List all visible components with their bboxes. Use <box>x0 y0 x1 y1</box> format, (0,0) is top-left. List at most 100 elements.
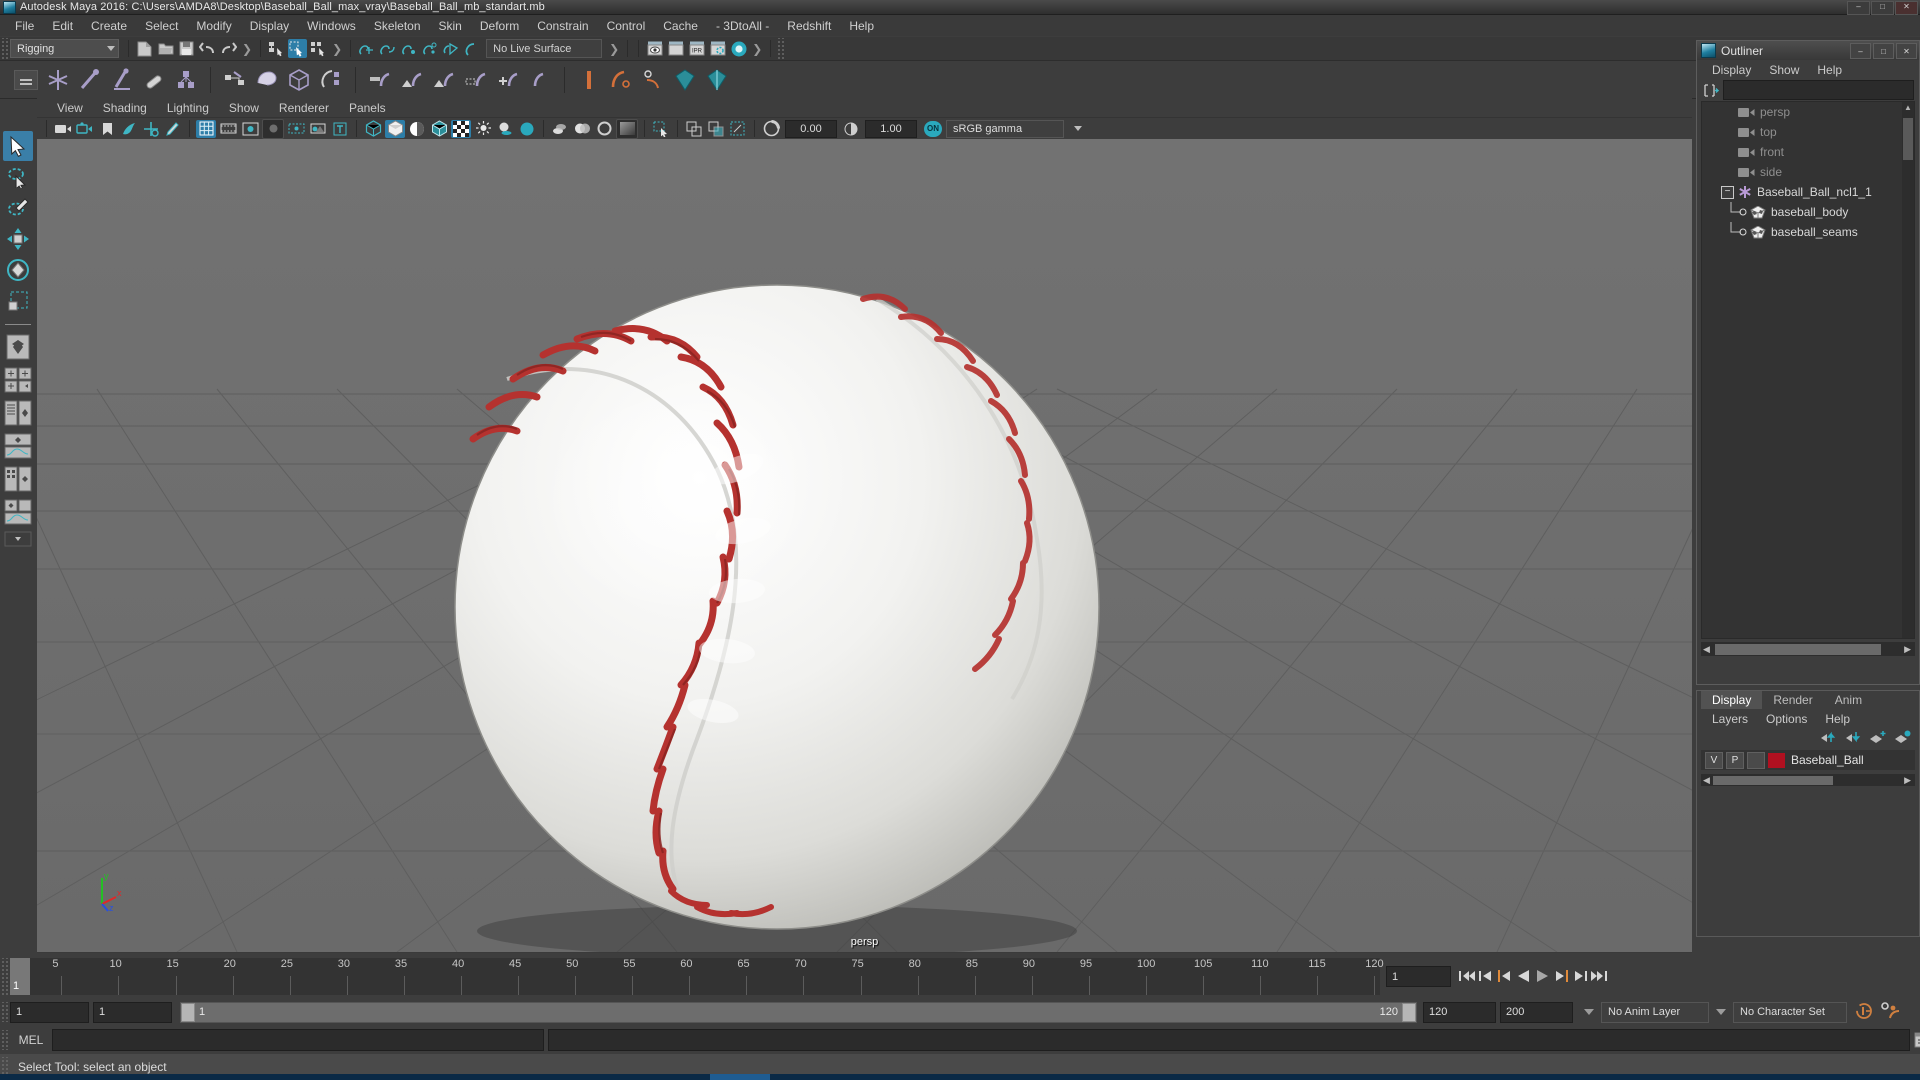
toolbar-collapse-arrow[interactable]: ❯ <box>609 42 619 56</box>
snap-to-projected-center-icon[interactable] <box>420 39 439 58</box>
smooth-shade-all-icon[interactable] <box>385 119 405 138</box>
tab-render[interactable]: Render <box>1762 691 1824 709</box>
hypershade-persp-layout[interactable] <box>3 465 33 496</box>
snap-to-point-icon[interactable] <box>399 39 418 58</box>
wireframe-on-shaded-icon[interactable] <box>429 120 449 138</box>
anim-layer-chevron-down-icon[interactable] <box>1584 1009 1594 1015</box>
layers-menu[interactable]: Layers <box>1703 711 1757 727</box>
lasso-tool-button[interactable] <box>3 162 33 192</box>
menu-windows[interactable]: Windows <box>298 17 365 35</box>
menu-select[interactable]: Select <box>136 17 187 35</box>
color-space-selector[interactable]: sRGB gamma <box>946 119 1064 138</box>
snap-to-curve-icon[interactable] <box>378 39 397 58</box>
outliner-item-baseball-seams[interactable]: baseball_seams <box>1702 222 1914 242</box>
wrap-icon[interactable] <box>670 65 700 95</box>
persp-graph-layout[interactable] <box>3 432 33 463</box>
new-layer-from-selected-icon[interactable] <box>1894 730 1911 747</box>
insert-joint-tool-icon[interactable] <box>139 65 169 95</box>
animation-end-time-field[interactable]: 200 <box>1500 1001 1573 1023</box>
outliner-persp-layout[interactable] <box>3 399 33 430</box>
single-perspective-layout[interactable] <box>3 333 33 364</box>
scroll-right-arrow-icon[interactable]: ▶ <box>1902 775 1913 786</box>
close-button[interactable]: ✕ <box>1895 1 1918 15</box>
scroll-left-arrow-icon[interactable]: ◀ <box>1701 644 1712 655</box>
menu-edit[interactable]: Edit <box>43 17 82 35</box>
outliner-close-button[interactable]: ✕ <box>1896 43 1917 59</box>
cluster-icon[interactable] <box>574 65 604 95</box>
step-forward-keyframe-icon[interactable] <box>1571 965 1590 986</box>
outliner-item-baseball-body[interactable]: baseball_body <box>1702 202 1914 222</box>
copy-weights-icon[interactable] <box>493 65 523 95</box>
motion-blur-icon[interactable] <box>550 120 570 138</box>
tab-anim[interactable]: Anim <box>1823 691 1874 709</box>
range-slider-grip[interactable] <box>0 1002 8 1022</box>
character-set-selector[interactable]: No Character Set <box>1733 1001 1847 1023</box>
menu-cache[interactable]: Cache <box>654 17 707 35</box>
wireframe-shading-icon[interactable] <box>363 120 383 138</box>
scale-tool-button[interactable] <box>3 286 33 316</box>
paint-select-tool-button[interactable] <box>3 193 33 223</box>
animation-start-time-field[interactable]: 1 <box>10 1001 89 1023</box>
scroll-left-arrow-icon[interactable]: ◀ <box>1701 775 1712 786</box>
shade-flat-icon[interactable] <box>407 120 427 138</box>
lighting-toggle-icon[interactable] <box>473 120 493 138</box>
layer-state-toggle[interactable] <box>1747 751 1765 769</box>
four-view-layout[interactable] <box>3 366 33 397</box>
outliner-filter-icon[interactable] <box>1702 82 1720 99</box>
outliner-item-persp[interactable]: persp <box>1702 102 1914 122</box>
outliner-search-input[interactable] <box>1723 80 1914 100</box>
text-overlay-icon[interactable] <box>330 120 350 138</box>
save-scene-icon[interactable] <box>177 39 196 58</box>
interactive-bind-icon[interactable] <box>397 65 427 95</box>
xray-icon[interactable] <box>684 120 704 138</box>
resolution-gate-icon[interactable] <box>240 120 260 138</box>
flexor-icon[interactable] <box>316 65 346 95</box>
snap-to-grid-icon[interactable] <box>357 39 376 58</box>
step-forward-frame-icon[interactable] <box>1552 965 1571 986</box>
anim-layer-selector[interactable]: No Anim Layer <box>1601 1001 1709 1023</box>
menu-constrain[interactable]: Constrain <box>528 17 597 35</box>
menu-modify[interactable]: Modify <box>187 17 240 35</box>
auto-keyframe-icon[interactable] <box>1855 1002 1874 1023</box>
toolbar-collapse-arrow[interactable]: ❯ <box>752 42 762 56</box>
command-line-grip[interactable] <box>0 1030 8 1050</box>
outliner-hscroll-thumb[interactable] <box>1715 643 1881 655</box>
select-by-object-icon[interactable] <box>288 39 308 58</box>
toolbox-more-button[interactable] <box>3 531 33 550</box>
outliner-item-front[interactable]: front <box>1702 142 1914 162</box>
redo-icon[interactable] <box>219 39 238 58</box>
camera-attributes-icon[interactable] <box>75 120 95 138</box>
menu-create[interactable]: Create <box>82 17 136 35</box>
lattice-icon[interactable] <box>284 65 314 95</box>
scroll-right-arrow-icon[interactable]: ▶ <box>1902 644 1913 655</box>
gradient-background-icon[interactable] <box>616 118 638 139</box>
bind-skin-icon[interactable] <box>252 65 282 95</box>
outliner-horizontal-scrollbar[interactable]: ◀ ▶ <box>1701 642 1915 656</box>
time-slider-track[interactable]: 1 5 10 15 20 25 30 35 40 45 50 55 60 65 70 75 80 85 90 95 1… <box>10 958 1384 995</box>
animation-preferences-icon[interactable] <box>1880 1001 1900 1023</box>
film-origin-icon[interactable] <box>286 120 306 138</box>
layer-visibility-toggle[interactable]: V <box>1705 751 1723 769</box>
range-bar[interactable]: 1 120 <box>180 1001 1417 1023</box>
xray-active-components-icon[interactable] <box>728 120 748 138</box>
ipr-render-icon[interactable]: IPR <box>687 39 706 58</box>
go-to-end-icon[interactable] <box>1590 965 1609 986</box>
soft-modifier-icon[interactable] <box>606 65 636 95</box>
undo-icon[interactable] <box>198 39 217 58</box>
menu-redshift[interactable]: Redshift <box>778 17 840 35</box>
help-menu[interactable]: Help <box>1816 711 1859 727</box>
outliner-menu-show[interactable]: Show <box>1760 62 1808 78</box>
script-editor-icon[interactable] <box>1914 1030 1920 1050</box>
play-forwards-icon[interactable] <box>1533 965 1552 986</box>
outliner-minimize-button[interactable]: – <box>1850 43 1871 59</box>
play-backwards-icon[interactable] <box>1514 965 1533 986</box>
step-back-keyframe-icon[interactable] <box>1476 965 1495 986</box>
menu-file[interactable]: File <box>6 17 43 35</box>
rotate-tool-button[interactable] <box>3 255 33 285</box>
select-camera-icon[interactable] <box>53 120 73 138</box>
isolate-select-icon[interactable] <box>651 120 671 138</box>
vp-menu-lighting[interactable]: Lighting <box>157 99 219 117</box>
image-plane-icon[interactable] <box>119 120 139 138</box>
smooth-bind-icon[interactable] <box>365 65 395 95</box>
joint-tool-icon[interactable] <box>43 65 73 95</box>
